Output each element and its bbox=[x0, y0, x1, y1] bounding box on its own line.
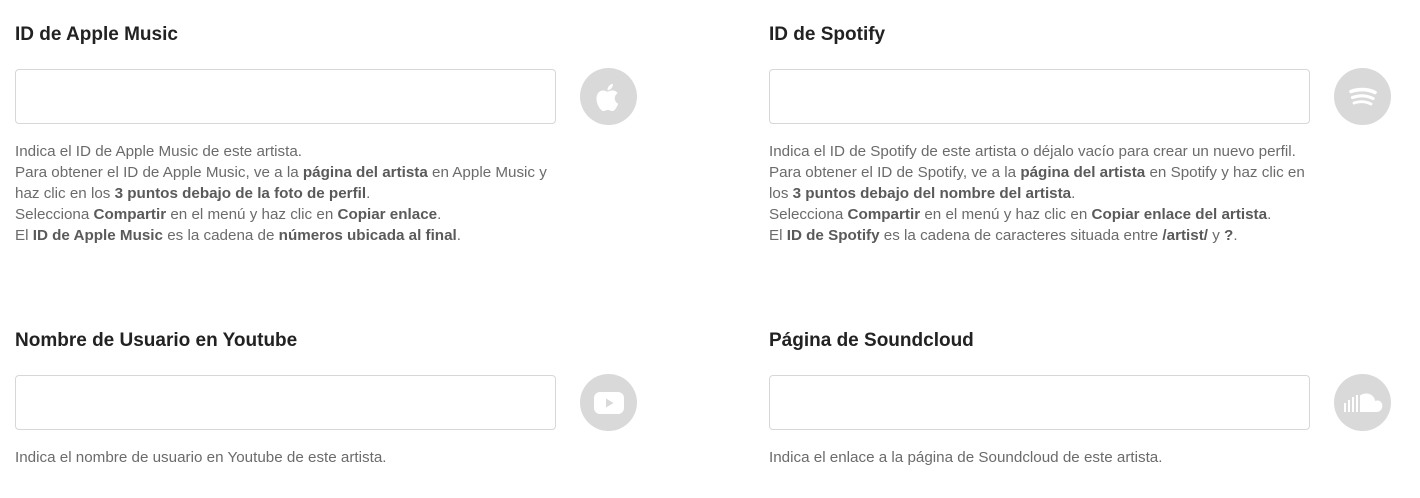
help-emphasis: Compartir bbox=[93, 206, 167, 223]
help-text: . bbox=[1233, 227, 1238, 244]
soundcloud-help: Indica el enlace a la página de Soundclo… bbox=[769, 447, 1314, 468]
help-emphasis: página del artista bbox=[1020, 164, 1146, 181]
apple-music-label: ID de Apple Music bbox=[15, 24, 178, 45]
help-text: . bbox=[456, 227, 461, 244]
help-line: Indica el ID de Apple Music de este arti… bbox=[15, 141, 560, 162]
help-line: Indica el ID de Spotify de este artista … bbox=[769, 141, 1314, 162]
help-text: en el menú y haz clic en bbox=[166, 206, 338, 223]
spotify-label: ID de Spotify bbox=[769, 24, 886, 45]
help-emphasis: 3 puntos debajo de la foto de perfil bbox=[114, 185, 367, 202]
help-emphasis: /artist/ bbox=[1162, 227, 1208, 244]
help-text: y bbox=[1207, 227, 1225, 244]
help-emphasis: ? bbox=[1224, 227, 1234, 244]
help-emphasis: Compartir bbox=[847, 206, 921, 223]
help-text: Indica el ID de Spotify de este artista … bbox=[769, 143, 1296, 160]
help-emphasis: Copiar enlace bbox=[337, 206, 438, 223]
help-line: Para obtener el ID de Spotify, ve a la p… bbox=[769, 162, 1314, 204]
help-text: Indica el nombre de usuario en Youtube d… bbox=[15, 449, 387, 466]
help-text: . bbox=[366, 185, 371, 202]
apple-music-help: Indica el ID de Apple Music de este arti… bbox=[15, 141, 560, 246]
help-text: . bbox=[1267, 206, 1272, 223]
help-line: El ID de Apple Music es la cadena de núm… bbox=[15, 225, 560, 246]
help-text: . bbox=[1071, 185, 1076, 202]
help-emphasis: ID de Apple Music bbox=[32, 227, 163, 244]
spotify-icon bbox=[1334, 68, 1391, 125]
help-text: . bbox=[437, 206, 442, 223]
help-text: El bbox=[769, 227, 787, 244]
help-text: Selecciona bbox=[769, 206, 848, 223]
spotify-id-input[interactable] bbox=[769, 69, 1310, 124]
help-emphasis: Copiar enlace del artista bbox=[1091, 206, 1268, 223]
help-line: Selecciona Compartir en el menú y haz cl… bbox=[15, 204, 560, 225]
apple-icon bbox=[580, 68, 637, 125]
help-text: Para obtener el ID de Spotify, ve a la bbox=[769, 164, 1021, 181]
youtube-label: Nombre de Usuario en Youtube bbox=[15, 330, 298, 351]
help-text: Indica el enlace a la página de Soundclo… bbox=[769, 449, 1163, 466]
soundcloud-label: Página de Soundcloud bbox=[769, 330, 974, 351]
help-text: Indica el ID de Apple Music de este arti… bbox=[15, 143, 303, 160]
help-emphasis: números ubicada al final bbox=[278, 227, 457, 244]
help-line: Indica el nombre de usuario en Youtube d… bbox=[15, 447, 560, 468]
youtube-icon bbox=[580, 374, 637, 431]
help-line: Indica el enlace a la página de Soundclo… bbox=[769, 447, 1314, 468]
help-line: El ID de Spotify es la cadena de caracte… bbox=[769, 225, 1314, 246]
help-text: es la cadena de caracteres situada entre bbox=[879, 227, 1163, 244]
help-text: en el menú y haz clic en bbox=[920, 206, 1092, 223]
spotify-help: Indica el ID de Spotify de este artista … bbox=[769, 141, 1314, 246]
help-line: Selecciona Compartir en el menú y haz cl… bbox=[769, 204, 1314, 225]
help-emphasis: página del artista bbox=[302, 164, 428, 181]
soundcloud-url-input[interactable] bbox=[769, 375, 1310, 430]
help-emphasis: 3 puntos debajo del nombre del artista bbox=[792, 185, 1072, 202]
help-emphasis: ID de Spotify bbox=[786, 227, 880, 244]
soundcloud-icon bbox=[1334, 374, 1391, 431]
help-text: El bbox=[15, 227, 33, 244]
help-line: Para obtener el ID de Apple Music, ve a … bbox=[15, 162, 560, 204]
help-text: Selecciona bbox=[15, 206, 94, 223]
youtube-help: Indica el nombre de usuario en Youtube d… bbox=[15, 447, 560, 468]
help-text: es la cadena de bbox=[162, 227, 279, 244]
apple-music-id-input[interactable] bbox=[15, 69, 556, 124]
youtube-username-input[interactable] bbox=[15, 375, 556, 430]
help-text: Para obtener el ID de Apple Music, ve a … bbox=[15, 164, 303, 181]
